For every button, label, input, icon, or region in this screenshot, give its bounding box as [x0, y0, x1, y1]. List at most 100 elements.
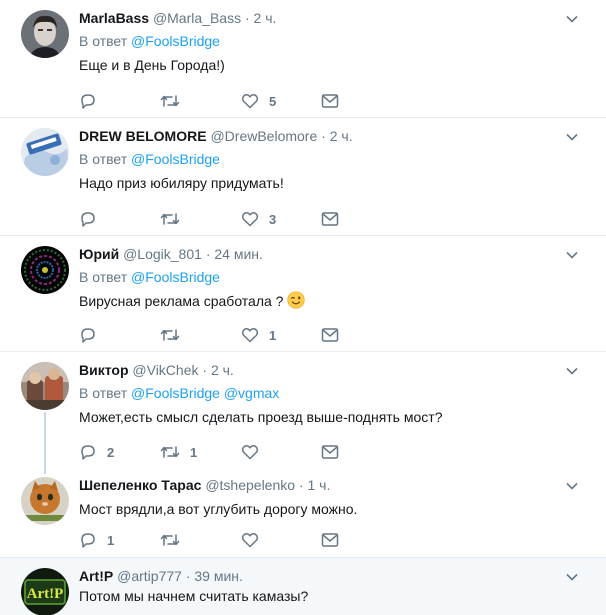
separator: ·	[202, 362, 208, 378]
reply-icon	[81, 94, 95, 109]
retweet-button[interactable]	[160, 325, 241, 345]
chevron-down-icon[interactable]	[565, 12, 579, 26]
tweet-header: Art!P @artip777 · 39 мин.	[79, 567, 566, 585]
avatar[interactable]	[21, 362, 69, 410]
author-username[interactable]: @VikChek	[132, 362, 198, 378]
envelope-icon	[321, 212, 339, 226]
retweet-button[interactable]	[160, 209, 241, 229]
tweet-text-container: Вирусная реклама сработала ?	[79, 291, 566, 311]
dm-button[interactable]	[321, 442, 339, 462]
author-username[interactable]: @Marla_Bass	[153, 10, 241, 26]
dm-button[interactable]	[321, 530, 339, 550]
avatar[interactable]	[21, 128, 69, 176]
separator: ·	[205, 246, 211, 262]
mention-link[interactable]: @FoolsBridge	[131, 151, 220, 167]
tweet[interactable]: MarlaBass @Marla_Bass · 2 ч. В ответ @Fo…	[0, 0, 606, 118]
avatar-logo-text: Art!P	[27, 586, 64, 602]
retweet-button[interactable]	[160, 91, 241, 111]
chevron-down-icon[interactable]	[565, 248, 579, 262]
heart-icon	[241, 445, 259, 460]
author-name[interactable]: Виктор	[79, 362, 129, 378]
mention-link[interactable]: @FoolsBridge	[131, 269, 220, 285]
like-count: 5	[269, 93, 277, 109]
tweet[interactable]: Art!P Art!P @artip777 · 39 мин. Потом мы…	[0, 558, 606, 615]
retweet-icon	[160, 213, 180, 225]
tweet[interactable]: DREW BELOMORE @DrewBelomore · 2 ч. В отв…	[0, 118, 606, 236]
author-name[interactable]: Юрий	[79, 246, 119, 262]
author-username[interactable]: @tshepelenko	[205, 477, 295, 493]
reply-prefix: В ответ	[79, 269, 128, 285]
envelope-icon	[321, 533, 339, 547]
chevron-down-icon[interactable]	[565, 130, 579, 144]
separator: ·	[298, 477, 304, 493]
dm-button[interactable]	[321, 209, 339, 229]
timestamp[interactable]: 24 мин.	[214, 246, 263, 262]
chevron-down-icon[interactable]	[565, 364, 579, 378]
retweet-icon	[160, 534, 180, 546]
tweet-text: Вирусная реклама сработала ?	[79, 293, 284, 309]
tweet-text: Потом мы начнем считать камазы?	[79, 588, 309, 604]
like-button[interactable]	[241, 530, 321, 550]
timestamp[interactable]: 2 ч.	[254, 10, 277, 26]
like-button[interactable]	[241, 442, 321, 462]
tweet-header: Юрий @Logik_801 · 24 мин.	[79, 245, 566, 263]
author-name[interactable]: Art!P	[79, 568, 113, 584]
reply-count: 1	[107, 532, 115, 548]
mention-link[interactable]: @FoolsBridge	[131, 33, 220, 49]
chevron-down-icon[interactable]	[565, 479, 579, 493]
like-button[interactable]: 3	[241, 209, 321, 229]
tweet-header: DREW BELOMORE @DrewBelomore · 2 ч.	[79, 127, 566, 145]
avatar[interactable]	[21, 246, 69, 294]
timestamp[interactable]: 39 мин.	[194, 568, 243, 584]
reply-icon	[81, 212, 95, 227]
heart-icon	[241, 328, 259, 343]
dm-button[interactable]	[321, 325, 339, 345]
mention-link[interactable]: @vgmax	[224, 385, 279, 401]
envelope-icon	[321, 328, 339, 342]
author-username[interactable]: @Logik_801	[123, 246, 202, 262]
retweet-button[interactable]	[160, 530, 241, 550]
timestamp[interactable]: 2 ч.	[211, 362, 234, 378]
tweet-header: MarlaBass @Marla_Bass · 2 ч.	[79, 9, 566, 27]
avatar[interactable]	[21, 477, 69, 525]
avatar[interactable]	[21, 10, 69, 58]
reply-icon	[81, 533, 95, 548]
author-name[interactable]: Шепеленко Тарас	[79, 477, 201, 493]
reply-button[interactable]	[79, 325, 160, 345]
tweet[interactable]: Юрий @Logik_801 · 24 мин. В ответ @Fools…	[0, 236, 606, 352]
timestamp[interactable]: 1 ч.	[308, 477, 331, 493]
like-button[interactable]: 5	[241, 91, 321, 111]
separator: ·	[321, 128, 326, 144]
tweet-header: Шепеленко Тарас @tshepelenko · 1 ч.	[79, 476, 566, 494]
retweet-icon	[160, 329, 180, 341]
tweet[interactable]: Виктор @VikChek · 2 ч. В ответ @FoolsBri…	[0, 352, 606, 467]
reply-button[interactable]: 2	[79, 442, 160, 462]
author-username[interactable]: @artip777	[117, 568, 182, 584]
retweet-button[interactable]: 1	[160, 442, 241, 462]
author-name[interactable]: DREW BELOMORE	[79, 128, 207, 144]
dm-button[interactable]	[321, 91, 339, 111]
reply-prefix: В ответ	[79, 385, 128, 401]
reply-prefix: В ответ	[79, 151, 128, 167]
separator: ·	[244, 10, 250, 26]
retweet-count: 1	[190, 444, 198, 460]
avatar[interactable]: Art!P	[21, 568, 69, 615]
author-username[interactable]: @DrewBelomore	[210, 128, 317, 144]
like-button[interactable]: 1	[241, 325, 321, 345]
tweet[interactable]: Шепеленко Тарас @tshepelenko · 1 ч. Мост…	[0, 467, 606, 558]
reply-context: В ответ @FoolsBridge @vgmax	[79, 384, 566, 402]
chevron-down-icon[interactable]	[565, 570, 579, 584]
reply-context: В ответ @FoolsBridge	[79, 32, 566, 50]
timestamp[interactable]: 2 ч.	[330, 128, 353, 144]
tweet-text: Надо приз юбиляру придумать!	[79, 175, 284, 191]
separator: ·	[185, 568, 191, 584]
retweet-icon	[160, 446, 180, 458]
reply-button[interactable]: 1	[79, 530, 160, 550]
tweet-header: Виктор @VikChek · 2 ч.	[79, 361, 566, 379]
author-name[interactable]: MarlaBass	[79, 10, 149, 26]
mention-link[interactable]: @FoolsBridge	[131, 385, 220, 401]
reply-button[interactable]	[79, 91, 160, 111]
tweet-text: Может,есть смысл сделать проезд выше-под…	[79, 409, 443, 425]
reply-button[interactable]	[79, 209, 160, 229]
reply-icon	[81, 328, 95, 343]
